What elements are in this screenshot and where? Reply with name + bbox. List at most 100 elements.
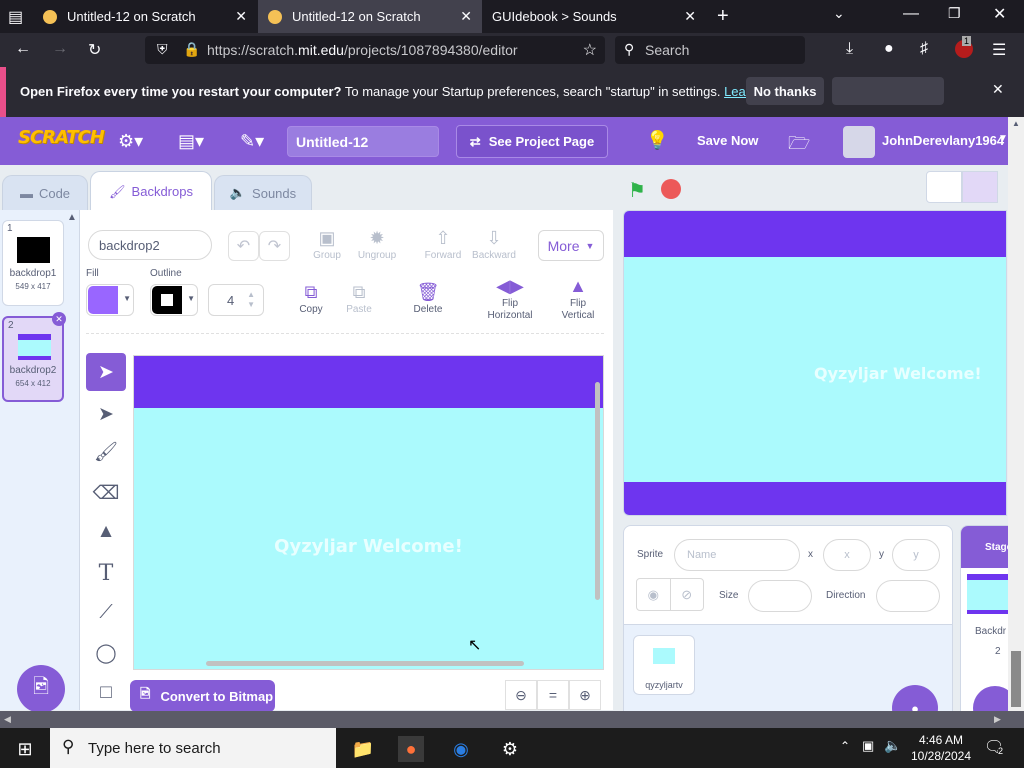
browser-tab-2[interactable]: Untitled-12 on Scratch ✕ (258, 0, 482, 33)
small-stage-button[interactable] (926, 171, 962, 203)
visibility-toggle[interactable]: ◉ ⊘ (636, 578, 704, 611)
canvas-horizontal-scrollbar[interactable] (206, 661, 524, 666)
convert-to-bitmap-button[interactable]: 🖻 Convert to Bitmap (130, 680, 275, 712)
url-bar[interactable]: ⛨ 🔒 https://scratch. mit.edu/projects/108… (145, 36, 605, 64)
close-tab-icon[interactable]: ✕ (235, 8, 247, 25)
no-thanks-button[interactable]: No thanks (746, 77, 824, 105)
page-vertical-scrollbar[interactable]: ▲ (1008, 117, 1024, 711)
close-notification-icon[interactable]: ✕ (992, 81, 1004, 98)
paint-canvas[interactable]: Qyzyljar Welcome! (133, 355, 604, 670)
download-icon[interactable]: ⤓ (846, 40, 853, 58)
notification-secondary-button[interactable] (832, 77, 944, 105)
paste-button[interactable]: ⧉ Paste (332, 282, 386, 315)
sprite-thumbnail[interactable]: qyzyljartv (633, 635, 695, 695)
extensions-icon[interactable]: ♯ (920, 40, 928, 58)
bookmark-star-icon[interactable]: ☆ (583, 40, 597, 60)
stage-target-pane[interactable]: Stage Backdr 2 (960, 525, 1010, 715)
new-tab-icon[interactable]: + (717, 5, 729, 28)
network-icon[interactable]: ▣ (862, 738, 874, 754)
close-window-icon[interactable]: ✕ (993, 4, 1006, 24)
restore-icon[interactable]: ❐ (948, 5, 961, 22)
line-tool[interactable]: ⟋ (86, 594, 126, 632)
canvas-text[interactable]: Qyzyljar Welcome! (134, 536, 603, 557)
see-project-page-button[interactable]: ⇄ See Project Page (456, 125, 608, 158)
browser-tab-3[interactable]: GUIdebook > Sounds ✕ (482, 0, 706, 33)
account-icon[interactable]: ● (884, 40, 894, 58)
stage[interactable]: Qyzyljar Welcome! (623, 210, 1007, 516)
size-input[interactable] (748, 580, 812, 612)
more-dropdown[interactable]: More ▼ (538, 230, 604, 261)
flip-vertical-button[interactable]: ▲ Flip Vertical (551, 276, 605, 322)
close-tab-icon[interactable]: ✕ (684, 8, 696, 25)
tab-backdrops[interactable]: 🖌 Backdrops (90, 171, 212, 211)
y-input[interactable]: y (892, 539, 940, 571)
scroll-up-icon[interactable]: ▲ (67, 212, 77, 223)
fill-color-picker[interactable]: ▼ (86, 284, 134, 316)
delete-backdrop-icon[interactable]: ✕ (52, 312, 66, 326)
green-flag-icon[interactable]: ⚑ (628, 178, 646, 203)
scrollbar-thumb[interactable] (1011, 651, 1021, 707)
x-input[interactable]: x (823, 539, 871, 571)
stop-icon[interactable] (661, 179, 681, 199)
stepper-arrows-icon[interactable]: ▲ ▼ (247, 290, 255, 310)
settings-gear-icon[interactable]: ⚙ (497, 736, 523, 762)
copy-button[interactable]: ⧉ Copy (284, 282, 338, 315)
choose-backdrop-button[interactable]: 🖻 (17, 665, 65, 713)
show-hidden-icons-icon[interactable]: ⌃ (840, 739, 850, 753)
circle-tool[interactable]: ◯ (86, 634, 126, 672)
outline-width-stepper[interactable]: 4 ▲ ▼ (208, 284, 264, 316)
save-now-button[interactable]: Save Now (697, 133, 758, 148)
avatar[interactable] (843, 126, 875, 158)
tab-list-icon[interactable]: ▤ (8, 7, 23, 27)
lock-icon[interactable]: 🔒 (183, 41, 200, 58)
canvas-top-band[interactable] (134, 356, 603, 408)
backdrop-thumbnail-2[interactable]: 2 backdrop2 654 x 412 (2, 316, 64, 402)
reload-icon[interactable]: ↻ (88, 40, 101, 60)
ungroup-button[interactable]: ✹ Ungroup (350, 228, 404, 261)
my-stuff-folder-icon[interactable]: 🗁 (788, 131, 810, 161)
select-tool[interactable]: ➤ (86, 353, 126, 391)
taskbar-search-box[interactable]: ⚲ Type here to search (50, 728, 336, 768)
fill-tool[interactable]: ▲ (86, 513, 126, 551)
scroll-left-icon[interactable]: ◀ (4, 714, 11, 725)
theme-bulb-icon[interactable]: 💡 (646, 130, 668, 151)
back-icon[interactable]: ← (15, 40, 31, 58)
close-tab-icon[interactable]: ✕ (460, 8, 472, 25)
canvas-vertical-scrollbar[interactable] (595, 382, 600, 600)
hide-eye-icon[interactable]: ⊘ (669, 579, 704, 610)
scroll-up-icon[interactable]: ▲ (1012, 119, 1020, 128)
windows-start-icon[interactable]: ⊞ (12, 736, 38, 762)
large-stage-button[interactable] (962, 171, 998, 203)
account-chevron-down-icon[interactable]: ▼ (998, 133, 1008, 144)
forward-button[interactable]: ⇧ Forward (416, 228, 470, 261)
forward-icon[interactable]: → (52, 40, 68, 58)
undo-button[interactable]: ↶ (228, 231, 259, 261)
scratch-logo[interactable]: SCRATCH (18, 127, 105, 148)
redo-button[interactable]: ↷ (259, 231, 290, 261)
shield-icon[interactable]: ⛨ (157, 41, 168, 58)
direction-input[interactable] (876, 580, 940, 612)
project-title-input[interactable]: Untitled-12 (287, 126, 439, 157)
file-menu-icon[interactable]: ▤▾ (178, 131, 204, 152)
zoom-out-button[interactable]: ⊖ (505, 680, 537, 710)
costume-name-input[interactable]: backdrop2 (88, 230, 212, 260)
show-eye-icon[interactable]: ◉ (637, 579, 670, 610)
scroll-right-icon[interactable]: ▶ (994, 714, 1001, 725)
backdrop-thumbnail-1[interactable]: 1 backdrop1 549 x 417 (2, 220, 64, 306)
sprite-name-input[interactable]: Name (674, 539, 800, 571)
username[interactable]: JohnDerevlany1964 (882, 133, 1004, 148)
browser-tab-1[interactable]: Untitled-12 on Scratch ✕ (33, 0, 257, 33)
settings-gear-icon[interactable]: ⚙▾ (118, 131, 143, 152)
clock[interactable]: 4:46 AM 10/28/2024 (906, 732, 976, 764)
flip-horizontal-button[interactable]: ◀▶ Flip Horizontal (480, 276, 540, 322)
firefox-icon[interactable]: ● (398, 736, 424, 762)
tab-code[interactable]: ▬ Code (2, 175, 88, 210)
backward-button[interactable]: ⇩ Backward (467, 228, 521, 261)
brush-tool[interactable]: 🖌 (86, 433, 126, 471)
menu-icon[interactable]: ☰ (992, 40, 1006, 60)
chrome-icon[interactable]: ◉ (448, 736, 474, 762)
zoom-reset-button[interactable]: = (537, 680, 569, 710)
text-tool[interactable]: T (86, 554, 126, 592)
minimize-icon[interactable]: — (903, 5, 919, 23)
reshape-tool[interactable]: ➤ (86, 395, 126, 433)
